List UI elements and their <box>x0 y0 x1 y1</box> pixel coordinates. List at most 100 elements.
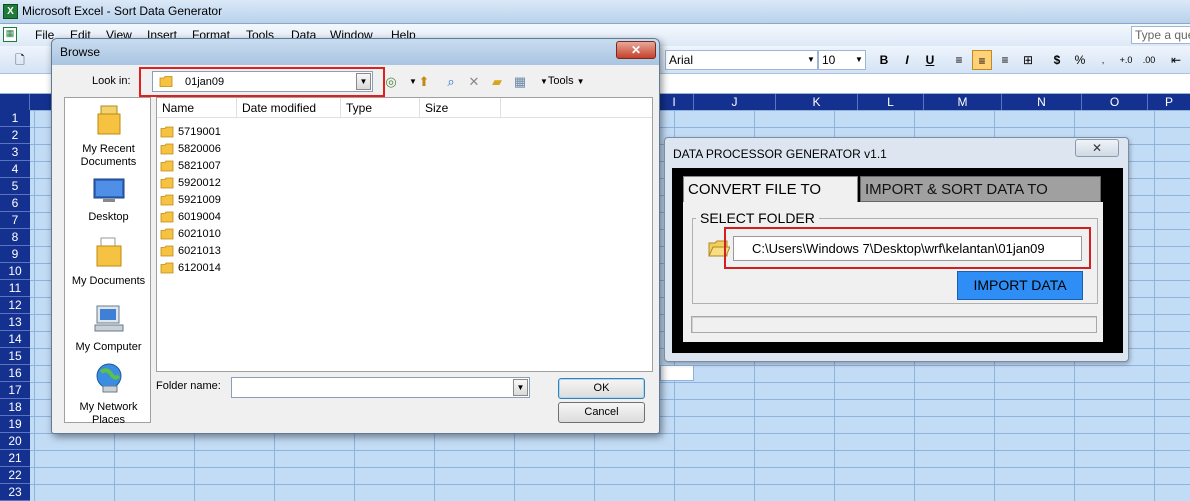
row-header[interactable]: 5 <box>0 178 30 195</box>
column-header[interactable]: L <box>858 94 924 110</box>
row-header[interactable]: 16 <box>0 365 30 382</box>
align-center-icon[interactable]: ≡ <box>972 50 992 70</box>
italic-icon[interactable]: I <box>897 50 917 70</box>
look-in-select[interactable]: 01jan09 ▼ <box>152 71 373 92</box>
folder-name-input[interactable]: ▼ <box>231 377 530 398</box>
folder-item[interactable]: 5719001 <box>160 124 221 141</box>
views-icon[interactable]: ▦ <box>511 74 529 90</box>
folder-item[interactable]: 5920012 <box>160 175 221 192</box>
currency-icon[interactable]: $ <box>1047 50 1067 70</box>
workbook-icon[interactable]: ▦ <box>3 27 17 42</box>
recent-documents-icon <box>97 105 120 135</box>
search-web-icon[interactable]: ⌕ <box>442 74 460 90</box>
chevron-down-icon[interactable]: ▼ <box>356 73 371 90</box>
new-document-icon[interactable]: 🗋 <box>10 50 30 70</box>
folder-name: 5821007 <box>178 160 221 172</box>
column-header[interactable]: N <box>1002 94 1082 110</box>
folder-item[interactable]: 6120014 <box>160 260 221 277</box>
column-size-header[interactable]: Size <box>420 98 501 118</box>
import-data-button[interactable]: IMPORT DATA <box>957 271 1083 300</box>
column-name-header[interactable]: Name <box>157 98 237 118</box>
column-header[interactable]: P <box>1148 94 1190 110</box>
row-header[interactable]: 14 <box>0 331 30 348</box>
column-header[interactable]: O <box>1082 94 1148 110</box>
folder-item[interactable]: 6019004 <box>160 209 221 226</box>
row-header[interactable]: 11 <box>0 280 30 297</box>
underline-icon[interactable]: U <box>920 50 940 70</box>
row-header[interactable]: 1 <box>0 110 30 127</box>
folder-item[interactable]: 5921009 <box>160 192 221 209</box>
font-name-select[interactable]: Arial ▼ <box>665 50 818 70</box>
place-network-places[interactable]: My Network Places <box>65 362 152 427</box>
row-header[interactable]: 6 <box>0 195 30 212</box>
excel-app-icon: X <box>3 4 18 19</box>
select-all-corner[interactable] <box>0 94 30 110</box>
row-header[interactable]: 13 <box>0 314 30 331</box>
desktop-icon <box>93 178 124 202</box>
cancel-button[interactable]: Cancel <box>558 402 645 423</box>
bold-icon[interactable]: B <box>874 50 894 70</box>
active-cell[interactable] <box>660 365 694 381</box>
increase-decimal-icon[interactable]: +.0 <box>1116 50 1136 70</box>
decrease-decimal-icon[interactable]: .00 <box>1139 50 1159 70</box>
delete-icon[interactable]: ✕ <box>465 74 483 90</box>
folder-item[interactable]: 6021010 <box>160 226 221 243</box>
folder-icon <box>160 262 174 274</box>
place-my-documents[interactable]: My Documents <box>65 236 152 288</box>
row-header[interactable]: 15 <box>0 348 30 365</box>
ok-button[interactable]: OK <box>558 378 645 399</box>
folder-item[interactable]: 5821007 <box>160 158 221 175</box>
folder-item[interactable]: 5820006 <box>160 141 221 158</box>
folder-name: 6120014 <box>178 262 221 274</box>
chevron-down-icon[interactable]: ▼ <box>513 379 528 396</box>
column-header[interactable]: K <box>776 94 858 110</box>
comma-style-icon[interactable]: , <box>1093 50 1113 70</box>
folder-path-input[interactable]: C:\Users\Windows 7\Desktop\wrf\kelantan\… <box>733 236 1082 261</box>
place-recent-documents[interactable]: My Recent Documents <box>65 104 152 169</box>
column-header[interactable]: J <box>694 94 776 110</box>
row-header[interactable]: 3 <box>0 144 30 161</box>
align-right-icon[interactable]: ≡ <box>995 50 1015 70</box>
row-header[interactable]: 8 <box>0 229 30 246</box>
merge-center-icon[interactable]: ⊞ <box>1018 50 1038 70</box>
row-header[interactable]: 4 <box>0 161 30 178</box>
tab-convert-csv[interactable]: CONVERT FILE TO .CSV <box>683 176 858 224</box>
folder-icon <box>160 194 174 206</box>
column-header[interactable]: M <box>924 94 1002 110</box>
row-header[interactable]: 23 <box>0 484 30 501</box>
column-header[interactable]: I <box>655 94 694 110</box>
row-header[interactable]: 19 <box>0 416 30 433</box>
place-label: Desktop <box>88 211 129 223</box>
new-folder-icon[interactable]: ▰ <box>488 74 506 90</box>
column-type-header[interactable]: Type <box>341 98 420 118</box>
row-header[interactable]: 22 <box>0 467 30 484</box>
row-header[interactable]: 10 <box>0 263 30 280</box>
folder-item[interactable]: 6021013 <box>160 243 221 260</box>
place-my-computer[interactable]: My Computer <box>65 304 152 354</box>
row-header[interactable]: 9 <box>0 246 30 263</box>
place-desktop[interactable]: Desktop <box>65 178 152 224</box>
tab-import-sort[interactable]: IMPORT & SORT DATA TO EXCEL <box>860 176 1101 224</box>
ask-question-box[interactable]: Type a que <box>1131 26 1190 44</box>
place-label: My Computer <box>75 341 142 353</box>
folder-name: 5820006 <box>178 143 221 155</box>
column-date-header[interactable]: Date modified <box>237 98 341 118</box>
row-header[interactable]: 17 <box>0 382 30 399</box>
close-button[interactable]: ✕ <box>616 41 656 59</box>
row-header[interactable]: 21 <box>0 450 30 467</box>
back-icon[interactable]: ◎ <box>382 74 400 90</box>
row-header[interactable]: 12 <box>0 297 30 314</box>
up-folder-icon[interactable]: ⬆ <box>415 74 433 90</box>
folder-icon <box>160 245 174 257</box>
decrease-indent-icon[interactable]: ⇤ <box>1166 50 1186 70</box>
file-list[interactable]: Name Date modified Type Size 5719001 582… <box>156 97 653 372</box>
row-header[interactable]: 20 <box>0 433 30 450</box>
row-header[interactable]: 7 <box>0 212 30 229</box>
percent-icon[interactable]: % <box>1070 50 1090 70</box>
font-size-select[interactable]: 10 ▼ <box>818 50 866 70</box>
align-left-icon[interactable]: ≡ <box>949 50 969 70</box>
row-header[interactable]: 2 <box>0 127 30 144</box>
row-header[interactable]: 18 <box>0 399 30 416</box>
tools-menu[interactable]: ▼Tools ▼ <box>540 75 585 87</box>
close-button[interactable]: ✕ <box>1075 139 1119 157</box>
